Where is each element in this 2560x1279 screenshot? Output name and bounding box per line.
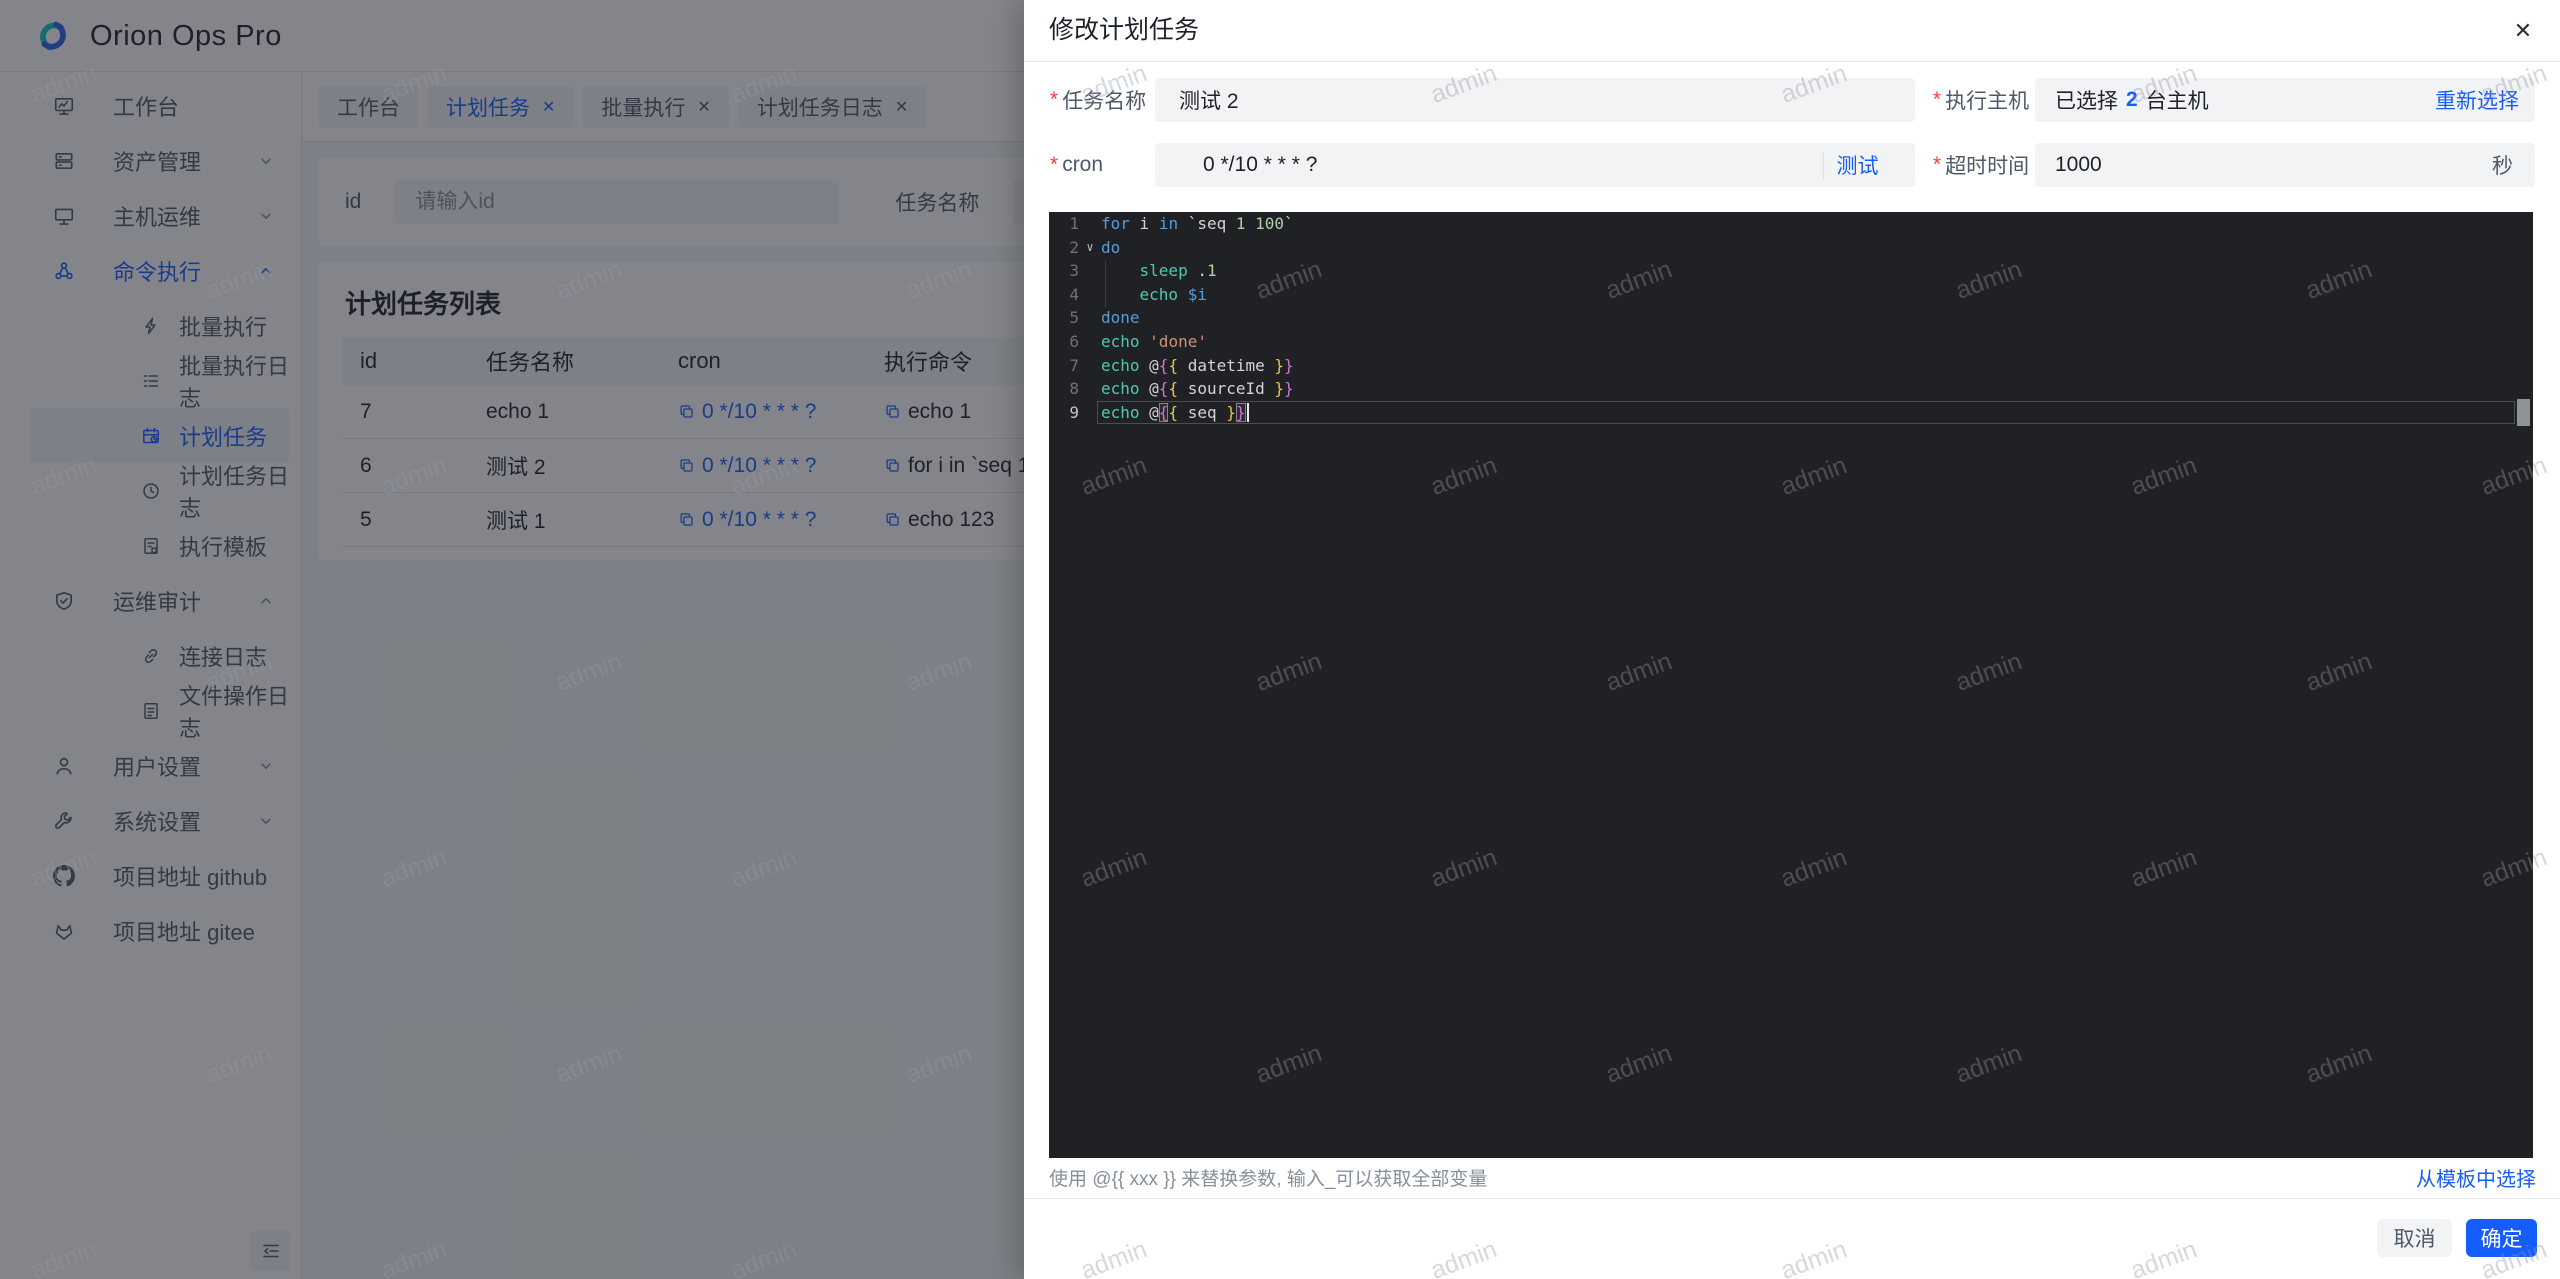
cron-input-group: 0 */10 * * * ? 测试 [1155, 143, 1915, 187]
cron-input[interactable]: 0 */10 * * * ? [1179, 153, 1823, 177]
line-number: 6 [1049, 330, 1079, 354]
line-number: 2 [1049, 236, 1079, 260]
required-asterisk: * [1932, 153, 1940, 177]
exec-host-label: * 执行主机 [1932, 78, 2029, 122]
editor-line: 6 echo 'done' [1049, 330, 2533, 354]
editor-line: 3 sleep .1 [1049, 259, 2533, 283]
reselect-hosts-link[interactable]: 重新选择 [2435, 85, 2519, 115]
editor-line: 5 done [1049, 306, 2533, 330]
line-number: 3 [1049, 259, 1079, 283]
cron-label: * cron [1049, 143, 1103, 187]
gutter-spacer [1079, 377, 1101, 401]
modal-header-divider [1024, 61, 2560, 62]
confirm-button[interactable]: 确定 [2466, 1219, 2537, 1257]
editor-line: 9 echo @{{ seq }} [1049, 401, 2533, 425]
line-number: 7 [1049, 354, 1079, 378]
required-asterisk: * [1932, 88, 1940, 112]
code-text: echo 'done' [1101, 330, 2533, 354]
app-root: Orion Ops Pro 工作台资产管理主机运维命令执行批量执行批量执行日志计… [0, 0, 2560, 1279]
task-name-input[interactable]: 测试 2 [1155, 78, 1915, 122]
choose-template-link[interactable]: 从模板中选择 [2416, 1163, 2536, 1192]
timeout-unit: 秒 [2492, 150, 2519, 180]
form-row-2: * cron 0 */10 * * * ? 测试 * 超时时间 1000 秒 [1024, 143, 2560, 187]
editor-overview-ruler-cursor [2517, 399, 2530, 426]
code-text: echo @{{ sourceId }} [1101, 377, 2533, 401]
modal-footer-divider [1024, 1198, 2560, 1199]
gutter-spacer [1079, 259, 1101, 283]
cron-test-button[interactable]: 测试 [1824, 150, 1891, 180]
editor-line: 7 echo @{{ datetime }} [1049, 354, 2533, 378]
code-text: echo $i [1101, 283, 2533, 307]
host-selected-prefix: 已选择 [2055, 85, 2118, 115]
gutter-spacer [1079, 401, 1101, 425]
code-text: do [1101, 236, 2533, 260]
modal-title: 修改计划任务 [1049, 0, 1199, 61]
timeout-input[interactable]: 1000 秒 [2035, 143, 2535, 187]
form-row-1: * 任务名称 测试 2 * 执行主机 已选择 2 台主机 重新选择 [1024, 78, 2560, 122]
task-name-label: * 任务名称 [1049, 78, 1146, 122]
editor-line: 2∨do [1049, 236, 2533, 260]
editor-hint-row: 使用 @{{ xxx }} 来替换参数, 输入_可以获取全部变量 从模板中选择 [1049, 1162, 2536, 1192]
required-asterisk: * [1049, 88, 1057, 112]
gutter-spacer [1079, 330, 1101, 354]
gutter-spacer [1079, 306, 1101, 330]
line-number: 1 [1049, 212, 1079, 236]
fold-chevron-icon: ∨ [1079, 236, 1101, 260]
gutter-spacer [1079, 283, 1101, 307]
editor-line: 4 echo $i [1049, 283, 2533, 307]
code-text: done [1101, 306, 2533, 330]
required-asterisk: * [1049, 153, 1057, 177]
edit-task-modal: 修改计划任务 ✕ * 任务名称 测试 2 * 执行主机 已选择 2 台主机 重新… [1024, 0, 2560, 1279]
code-text: echo @{{ seq }} [1101, 401, 2533, 425]
host-selected-suffix: 台主机 [2146, 85, 2209, 115]
host-selected-count: 2 [2126, 88, 2138, 112]
text-cursor [1247, 403, 1249, 422]
gutter-spacer [1079, 212, 1101, 236]
cancel-button[interactable]: 取消 [2377, 1219, 2452, 1257]
line-number: 8 [1049, 377, 1079, 401]
line-number: 4 [1049, 283, 1079, 307]
editor-hint-text: 使用 @{{ xxx }} 来替换参数, 输入_可以获取全部变量 [1049, 1164, 1487, 1191]
editor-line: 8 echo @{{ sourceId }} [1049, 377, 2533, 401]
modal-close-icon[interactable]: ✕ [2506, 14, 2540, 48]
exec-host-field: 已选择 2 台主机 重新选择 [2035, 78, 2535, 122]
line-number: 9 [1049, 401, 1079, 425]
timeout-label: * 超时时间 [1932, 143, 2029, 187]
command-code-editor[interactable]: 1for i in `seq 1 100`2∨do3 sleep .14 ech… [1049, 212, 2533, 1158]
code-text: for i in `seq 1 100` [1101, 212, 2533, 236]
editor-line: 1 for i in `seq 1 100` [1049, 212, 2533, 236]
code-text: echo @{{ datetime }} [1101, 354, 2533, 378]
line-number: 5 [1049, 306, 1079, 330]
code-text: sleep .1 [1101, 259, 2533, 283]
gutter-spacer [1079, 354, 1101, 378]
